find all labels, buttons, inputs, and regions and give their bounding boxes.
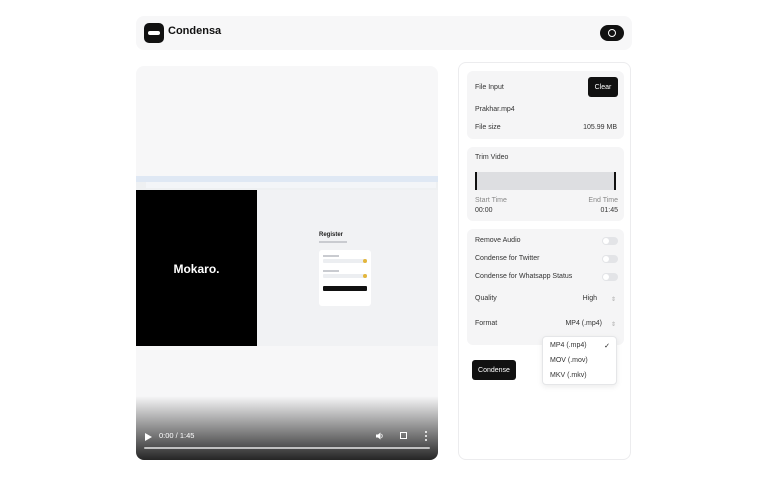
video-player[interactable]: Mokaro. Register 0:00 / 1:45 bbox=[136, 66, 438, 460]
seek-bar[interactable] bbox=[144, 447, 430, 449]
trim-start-handle[interactable] bbox=[475, 172, 477, 190]
whatsapp-label: Condense for Whatsapp Status bbox=[475, 273, 573, 280]
time-display: 0:00 / 1:45 bbox=[159, 431, 195, 440]
file-input-label: File Input bbox=[475, 84, 504, 91]
trim-section: Trim Video Start Time 00:00 End Time 01:… bbox=[467, 147, 624, 221]
options-section: Remove Audio Condense for Twitter Conden… bbox=[467, 229, 624, 345]
logo-icon bbox=[144, 23, 164, 43]
github-icon bbox=[608, 29, 616, 37]
clear-button[interactable]: Clear bbox=[588, 77, 618, 97]
fullscreen-icon[interactable] bbox=[400, 432, 407, 439]
trim-label: Trim Video bbox=[475, 154, 509, 161]
github-button[interactable] bbox=[600, 25, 624, 41]
file-name: Prakhar.mp4 bbox=[475, 106, 515, 113]
options-panel: File Input Clear Prakhar.mp4 File size 1… bbox=[458, 62, 631, 460]
whatsapp-toggle[interactable] bbox=[602, 273, 618, 281]
app-title: Condensa bbox=[168, 25, 222, 37]
frame-register-card bbox=[319, 250, 371, 306]
more-options-icon[interactable] bbox=[425, 431, 427, 441]
end-time-label: End Time bbox=[588, 197, 618, 204]
start-time-label: Start Time bbox=[475, 197, 507, 204]
chevron-updown-icon: ⇕ bbox=[610, 322, 616, 328]
twitter-toggle[interactable] bbox=[602, 255, 618, 263]
dropdown-option-mov[interactable]: MOV (.mov) bbox=[550, 357, 588, 364]
check-icon: ✓ bbox=[604, 343, 610, 350]
quality-label: Quality bbox=[475, 295, 497, 302]
format-select[interactable]: MP4 (.mp4) bbox=[565, 320, 602, 327]
remove-audio-toggle[interactable] bbox=[602, 237, 618, 245]
frame-register-area: Register bbox=[257, 190, 438, 346]
format-dropdown: MP4 (.mp4) ✓ MOV (.mov) MKV (.mkv) bbox=[542, 336, 617, 385]
file-size-value: 105.99 MB bbox=[583, 124, 617, 131]
trim-slider[interactable] bbox=[475, 172, 616, 190]
video-frame: Mokaro. Register bbox=[136, 176, 438, 346]
volume-icon[interactable] bbox=[376, 432, 384, 440]
dropdown-option-mkv[interactable]: MKV (.mkv) bbox=[550, 372, 587, 379]
chevron-updown-icon: ⇕ bbox=[610, 297, 616, 303]
dropdown-option-mp4[interactable]: MP4 (.mp4) bbox=[550, 342, 587, 349]
end-time-value: 01:45 bbox=[600, 207, 618, 214]
frame-register-subtitle bbox=[319, 241, 347, 243]
frame-brand-text: Mokaro. bbox=[173, 262, 220, 276]
format-label: Format bbox=[475, 320, 498, 327]
file-size-label: File size bbox=[475, 124, 501, 131]
trim-end-handle[interactable] bbox=[614, 172, 616, 190]
file-input-section: File Input Clear Prakhar.mp4 File size 1… bbox=[467, 71, 624, 139]
quality-select[interactable]: High bbox=[583, 295, 597, 302]
frame-register-title: Register bbox=[319, 232, 344, 238]
frame-address-bar bbox=[146, 182, 436, 188]
app-header: Condensa bbox=[136, 16, 632, 50]
play-icon[interactable] bbox=[145, 433, 152, 441]
twitter-label: Condense for Twitter bbox=[475, 255, 540, 262]
remove-audio-label: Remove Audio bbox=[475, 237, 521, 244]
frame-brand-panel: Mokaro. bbox=[136, 190, 257, 346]
start-time-value: 00:00 bbox=[475, 207, 493, 214]
condense-button[interactable]: Condense bbox=[472, 360, 516, 380]
